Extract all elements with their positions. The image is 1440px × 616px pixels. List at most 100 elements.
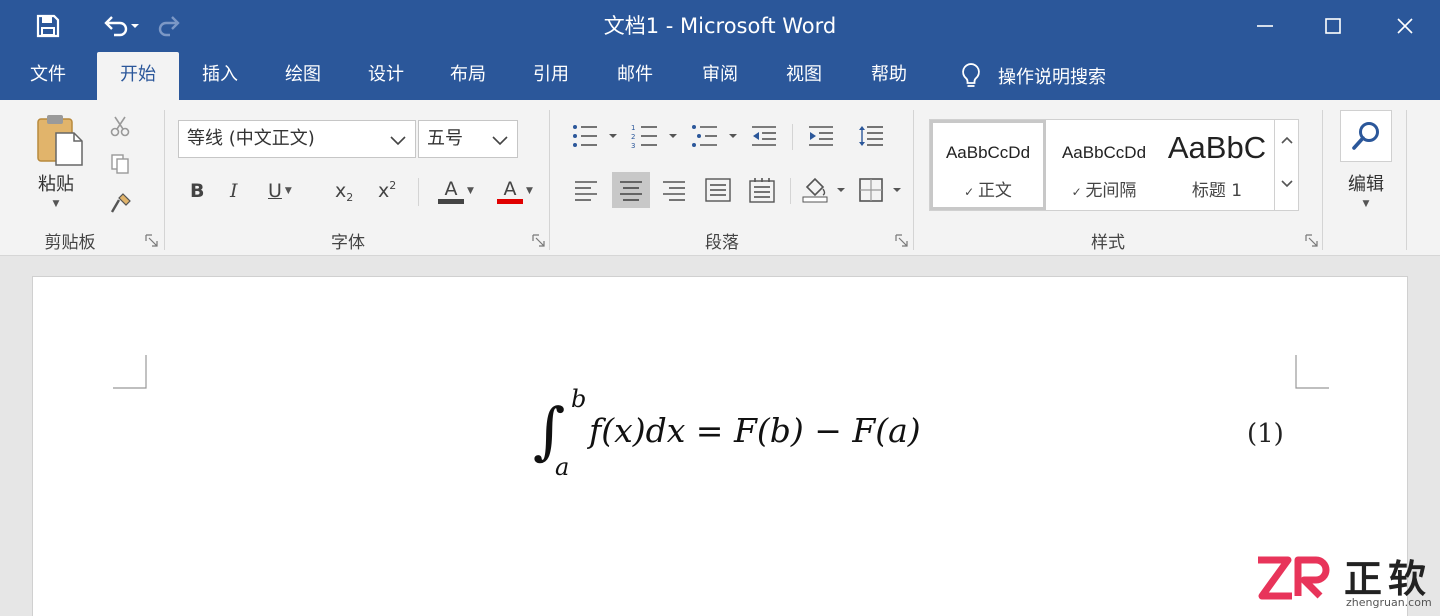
borders-icon[interactable] [856,172,904,208]
decrease-indent-icon[interactable] [748,122,780,150]
tab-file[interactable]: 文件 [14,52,82,100]
lightbulb-icon [962,63,980,87]
margin-corner-top-right [1295,355,1329,389]
paste-icon[interactable] [30,112,86,168]
subscript-mark: 2 [346,190,354,204]
superscript-mark: 2 [389,178,397,192]
font-launcher-icon[interactable] [532,234,546,248]
font-color-letter: A [503,177,517,200]
editing-button[interactable]: 编辑 [1336,170,1396,196]
paste-button[interactable]: 粘贴 [20,170,92,196]
separator [418,178,419,206]
font-color-button[interactable]: A ▼ [497,176,533,206]
style-name: 标题 1 [1191,181,1243,201]
clipboard-group-label: 剪贴板 [44,233,96,253]
tab-review[interactable]: 审阅 [686,52,754,100]
tab-home[interactable]: 开始 [97,52,179,100]
tab-mailings[interactable]: 邮件 [601,52,669,100]
maximize-button[interactable] [1298,0,1368,52]
style-name: ✓ 正文 [964,181,1012,201]
style-no-spacing[interactable]: AaBbCcDd ✓ 无间隔 [1046,120,1162,210]
styles-launcher-icon[interactable] [1305,234,1319,248]
ribbon-tab-bar: 文件 开始 插入 绘图 设计 布局 引用 邮件 审阅 视图 帮助 操作说明搜索 [0,52,1440,100]
justify-icon[interactable] [702,172,734,208]
align-center-icon[interactable] [612,172,650,208]
subscript-button[interactable]: x2 [335,176,353,206]
separator [790,178,791,204]
upper-limit: b [571,385,587,413]
increase-indent-icon[interactable] [805,122,837,150]
separator [1406,110,1407,250]
watermark-logo: 正软 zhengruan.com [1250,548,1440,616]
chevron-down-icon [492,136,508,146]
tell-me-search[interactable]: 操作说明搜索 [960,52,1106,100]
lower-limit: a [555,453,570,481]
paste-dropdown-icon[interactable]: ▼ [48,198,64,210]
italic-button[interactable]: I [230,176,238,206]
search-icon[interactable] [1340,110,1392,162]
chevron-down-icon: ▼ [284,186,292,196]
undo-icon[interactable] [98,10,146,42]
superscript-button[interactable]: x2 [378,176,396,206]
title-bar: 文档1 - Microsoft Word [0,0,1440,52]
format-painter-icon[interactable] [108,190,134,216]
margin-corner-top-left [113,355,147,389]
chevron-up-icon[interactable] [1275,123,1299,157]
copy-icon[interactable] [108,152,132,176]
highlight-color-button[interactable]: A ▼ [438,176,474,206]
underline-letter: U [268,180,282,202]
align-left-icon[interactable] [570,172,602,208]
multilevel-list-icon[interactable] [690,122,740,150]
style-heading-1[interactable]: AaBbC 标题 1 [1162,120,1272,210]
styles-group-label: 样式 [1091,233,1125,253]
separator [1322,110,1323,250]
font-color-bar [497,198,523,204]
equation-number: (1) [1247,419,1284,449]
save-icon[interactable] [30,10,66,42]
numbering-icon[interactable]: 123 [630,122,680,150]
watermark-brand: 正软 [1344,557,1433,601]
document-page[interactable]: ∫ b a f(x)dx = F(b) − F(a) (1) [32,276,1408,616]
close-button[interactable] [1370,0,1440,52]
font-size-value: 五号 [427,128,463,149]
font-group-label: 字体 [331,233,365,253]
style-preview: AaBbCcDd [945,143,1031,162]
subscript-letter: x [335,180,347,202]
tab-draw[interactable]: 绘图 [269,52,337,100]
paragraph-launcher-icon[interactable] [895,234,909,248]
cut-icon[interactable] [108,114,132,138]
style-normal[interactable]: AaBbCcDd ✓ 正文 [930,120,1046,210]
equation-body: f(x)dx = F(b) − F(a) [589,411,921,450]
highlight-color-bar [438,198,464,204]
tab-insert[interactable]: 插入 [186,52,254,100]
shading-icon[interactable] [800,172,848,208]
chevron-down-icon: ▼ [526,186,533,196]
chevron-down-icon[interactable] [1275,167,1299,201]
align-right-icon[interactable] [658,172,690,208]
editing-dropdown-icon[interactable]: ▼ [1358,198,1374,210]
highlight-icon: A [438,179,464,204]
tab-design[interactable]: 设计 [352,52,420,100]
separator [164,110,165,250]
line-spacing-icon[interactable] [855,122,887,150]
clipboard-launcher-icon[interactable] [145,234,159,248]
underline-button[interactable]: U ▼ [268,176,292,206]
tab-layout[interactable]: 布局 [434,52,502,100]
highlight-letter: A [444,177,458,200]
equation[interactable]: ∫ b a f(x)dx = F(b) − F(a) [533,385,953,485]
font-name-value: 等线 (中文正文) [187,128,315,149]
style-preview: AaBbC [1167,130,1267,165]
tab-view[interactable]: 视图 [770,52,838,100]
bold-button[interactable]: B [190,176,204,206]
distributed-icon[interactable] [746,172,778,208]
tab-references[interactable]: 引用 [517,52,585,100]
font-size-select[interactable]: 五号 [418,120,518,158]
redo-icon[interactable] [154,10,186,42]
bullets-icon[interactable] [570,122,620,150]
style-name: ✓ 无间隔 [1071,181,1137,201]
font-name-select[interactable]: 等线 (中文正文) [178,120,416,158]
tab-help[interactable]: 帮助 [855,52,923,100]
separator [549,110,550,250]
minimize-button[interactable] [1230,0,1300,52]
styles-scroll [1274,119,1299,211]
